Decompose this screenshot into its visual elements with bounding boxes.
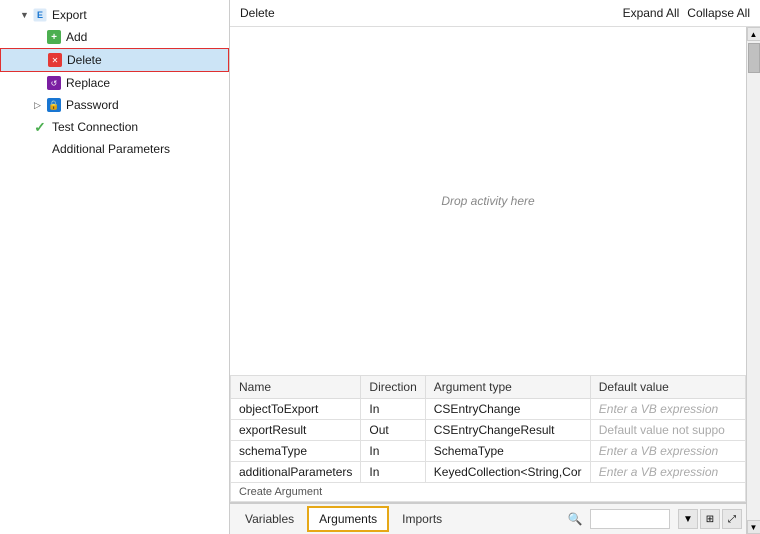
col-header-name: Name (231, 376, 361, 399)
tab-variables[interactable]: Variables (234, 507, 305, 531)
cell-argtype: KeyedCollection<String,Cor (425, 462, 590, 483)
tab-imports[interactable]: Imports (391, 507, 453, 531)
scroll-down-arrow[interactable]: ▼ (747, 520, 760, 534)
cell-name: additionalParameters (231, 462, 361, 483)
expander-password-icon: ▷ (34, 100, 46, 111)
cell-name: exportResult (231, 420, 361, 441)
scroll-thumb[interactable] (748, 43, 760, 73)
cell-name: objectToExport (231, 399, 361, 420)
scroll-up-arrow[interactable]: ▲ (747, 27, 760, 41)
sidebar-item-label: Test Connection (52, 120, 138, 134)
collapse-all-button[interactable]: Collapse All (687, 6, 750, 20)
test-connection-icon: ✓ (32, 119, 48, 135)
sidebar-item-label: Export (52, 8, 87, 22)
table-row: exportResultOutCSEntryChangeResultDefaul… (231, 420, 746, 441)
split-view-icon[interactable]: ⊞ (700, 509, 720, 529)
expander-icon: ▼ (20, 10, 32, 20)
sidebar: ▼ E Export + Add ✕ Delete ↺ Replace ▷ (0, 0, 230, 534)
password-icon: 🔒 (46, 97, 62, 113)
table-row: additionalParametersInKeyedCollection<St… (231, 462, 746, 483)
sidebar-item-password[interactable]: ▷ 🔒 Password (0, 94, 229, 116)
cell-direction: In (361, 441, 425, 462)
cell-argtype: CSEntryChange (425, 399, 590, 420)
sidebar-item-test-connection[interactable]: ✓ Test Connection (0, 116, 229, 138)
sidebar-item-export[interactable]: ▼ E Export (0, 4, 229, 26)
content-area: Drop activity here Name Direction Argume… (230, 27, 746, 534)
additional-params-icon (32, 141, 48, 157)
sidebar-item-label: Add (66, 30, 87, 44)
svg-text:E: E (37, 10, 43, 20)
cell-direction: Out (361, 420, 425, 441)
cell-direction: In (361, 462, 425, 483)
add-icon: + (46, 29, 62, 45)
cell-name: schemaType (231, 441, 361, 462)
table-row: schemaTypeInSchemaTypeEnter a VB express… (231, 441, 746, 462)
arguments-table: Name Direction Argument type Default val… (230, 375, 746, 502)
sidebar-item-label: Delete (67, 53, 102, 67)
sidebar-item-label: Additional Parameters (52, 142, 170, 156)
cell-direction: In (361, 399, 425, 420)
main-content: Delete Expand All Collapse All Drop acti… (230, 0, 760, 534)
tab-arguments[interactable]: Arguments (307, 506, 389, 532)
args-table-container: Name Direction Argument type Default val… (230, 375, 746, 502)
delete-button[interactable]: Delete (240, 6, 275, 20)
delete-icon: ✕ (47, 52, 63, 68)
drop-zone: Drop activity here (230, 27, 746, 375)
cell-argtype: CSEntryChangeResult (425, 420, 590, 441)
sidebar-item-label: Password (66, 98, 119, 112)
create-argument-row[interactable]: Create Argument (231, 483, 746, 502)
replace-icon: ↺ (46, 75, 62, 91)
toolbar: Delete Expand All Collapse All (230, 0, 760, 27)
dropdown-icon[interactable]: ▼ (678, 509, 698, 529)
cell-default[interactable]: Enter a VB expression (590, 399, 745, 420)
sidebar-item-delete[interactable]: ✕ Delete (0, 48, 229, 72)
cell-default[interactable]: Enter a VB expression (590, 441, 745, 462)
table-row: objectToExportInCSEntryChangeEnter a VB … (231, 399, 746, 420)
search-input[interactable] (590, 509, 670, 529)
sidebar-item-additional-parameters[interactable]: Additional Parameters (0, 138, 229, 160)
create-argument-cell[interactable]: Create Argument (231, 483, 746, 502)
search-icon[interactable]: 🔍 (564, 509, 586, 529)
cell-default[interactable]: Default value not suppo (590, 420, 745, 441)
sidebar-item-replace[interactable]: ↺ Replace (0, 72, 229, 94)
col-header-default: Default value (590, 376, 745, 399)
drop-text: Drop activity here (441, 194, 534, 208)
content-wrapper: Drop activity here Name Direction Argume… (230, 27, 760, 534)
col-header-direction: Direction (361, 376, 425, 399)
tab-icon-group: ▼ ⊞ ⤢ (678, 509, 742, 529)
sidebar-item-add[interactable]: + Add (0, 26, 229, 48)
tab-bar: Variables Arguments Imports 🔍 ▼ ⊞ ⤢ (230, 502, 746, 534)
toolbar-right: Expand All Collapse All (623, 6, 750, 20)
cell-default[interactable]: Enter a VB expression (590, 462, 745, 483)
export-icon: E (32, 7, 48, 23)
cell-argtype: SchemaType (425, 441, 590, 462)
expand-all-button[interactable]: Expand All (623, 6, 680, 20)
toolbar-left: Delete (240, 6, 275, 20)
scrollbar[interactable]: ▲ ▼ (746, 27, 760, 534)
tab-search-area: 🔍 ▼ ⊞ ⤢ (564, 509, 742, 529)
col-header-argtype: Argument type (425, 376, 590, 399)
maximize-icon[interactable]: ⤢ (722, 509, 742, 529)
sidebar-item-label: Replace (66, 76, 110, 90)
